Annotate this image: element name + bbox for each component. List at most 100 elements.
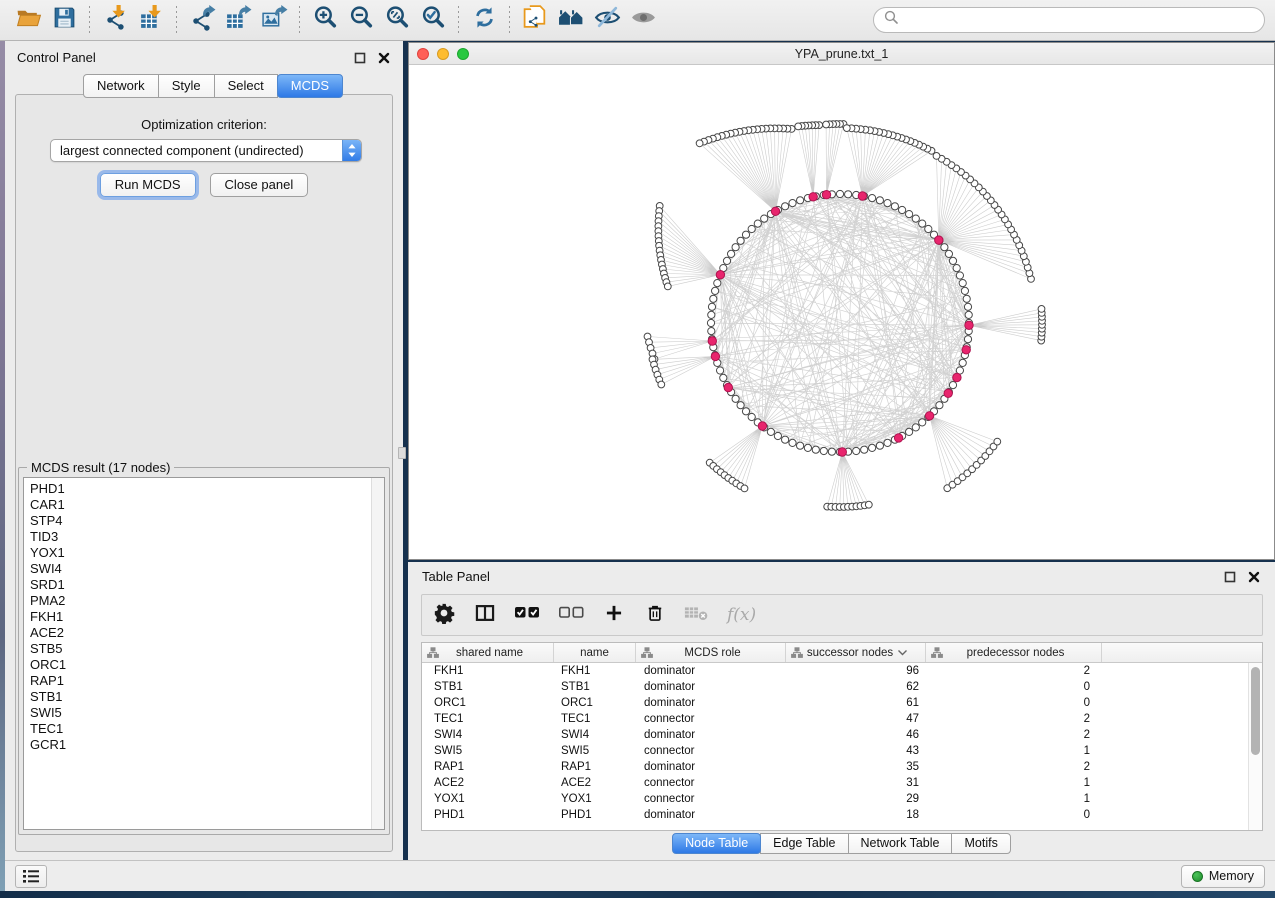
graph-node[interactable] xyxy=(959,280,966,287)
close-panel-icon[interactable] xyxy=(377,51,391,65)
graph-node[interactable] xyxy=(953,265,960,272)
clone-network-button[interactable] xyxy=(517,3,553,37)
graph-node[interactable] xyxy=(925,225,932,232)
graph-node[interactable] xyxy=(804,444,811,451)
mcds-result-item[interactable]: TEC1 xyxy=(30,721,371,737)
tab-node-table[interactable]: Node Table xyxy=(672,833,761,854)
graph-node[interactable] xyxy=(789,200,796,207)
panel-splitter-handle[interactable] xyxy=(398,447,406,459)
tab-style[interactable]: Style xyxy=(158,74,215,98)
graph-node[interactable] xyxy=(964,336,971,343)
export-image-button[interactable] xyxy=(256,3,292,37)
graph-node[interactable] xyxy=(696,140,703,147)
graph-node[interactable] xyxy=(742,231,749,238)
mcds-result-item[interactable]: GCR1 xyxy=(30,737,371,753)
graph-node[interactable] xyxy=(714,280,721,287)
graph-hub-node[interactable] xyxy=(822,191,830,199)
float-panel-icon[interactable] xyxy=(353,51,367,65)
graph-node[interactable] xyxy=(936,402,943,409)
graph-node[interactable] xyxy=(884,200,891,207)
open-session-button[interactable] xyxy=(10,3,46,37)
column-header-MCDS-role[interactable]: MCDS role xyxy=(636,643,786,662)
mcds-result-list[interactable]: PHD1CAR1STP4TID3YOX1SWI4SRD1PMA2FKH1ACE2… xyxy=(24,478,371,829)
delete-columns-button[interactable] xyxy=(643,602,667,629)
graph-node[interactable] xyxy=(912,215,919,222)
graph-node[interactable] xyxy=(708,303,715,310)
graph-node[interactable] xyxy=(748,413,755,420)
graph-node[interactable] xyxy=(945,250,952,257)
close-table-panel-icon[interactable] xyxy=(1247,570,1261,584)
table-row[interactable]: SWI4SWI4dominator462 xyxy=(422,727,1248,743)
mcds-result-item[interactable]: TID3 xyxy=(30,529,371,545)
graph-node[interactable] xyxy=(820,447,827,454)
tab-mcds[interactable]: MCDS xyxy=(277,74,343,98)
deselect-all-button[interactable] xyxy=(558,604,585,626)
optimization-criterion-select[interactable]: largest connected component (undirected) xyxy=(50,139,362,162)
graph-node[interactable] xyxy=(658,381,665,388)
mcds-result-item[interactable]: SRD1 xyxy=(30,577,371,593)
table-row[interactable]: ORC1ORC1dominator610 xyxy=(422,695,1248,711)
search-input[interactable] xyxy=(905,13,1254,28)
graph-node[interactable] xyxy=(732,395,739,402)
graph-node[interactable] xyxy=(994,438,1001,445)
table-row[interactable]: RAP1RAP1dominator352 xyxy=(422,759,1248,775)
save-session-button[interactable] xyxy=(46,3,82,37)
zoom-out-button[interactable] xyxy=(343,3,379,37)
graph-node[interactable] xyxy=(728,250,735,257)
tab-select[interactable]: Select xyxy=(214,74,278,98)
import-network-button[interactable] xyxy=(97,3,133,37)
table-scrollbar-thumb[interactable] xyxy=(1251,667,1260,755)
graph-node[interactable] xyxy=(737,402,744,409)
graph-hub-node[interactable] xyxy=(771,207,779,215)
graph-node[interactable] xyxy=(720,374,727,381)
graph-node[interactable] xyxy=(812,446,819,453)
column-header-predecessor-nodes[interactable]: predecessor nodes xyxy=(926,643,1102,662)
graph-node[interactable] xyxy=(710,295,717,302)
graph-node[interactable] xyxy=(664,283,671,290)
graph-hub-node[interactable] xyxy=(953,373,961,381)
run-mcds-button[interactable]: Run MCDS xyxy=(100,173,196,197)
graph-node[interactable] xyxy=(865,501,872,508)
zoom-fit-button[interactable] xyxy=(379,3,415,37)
graph-node[interactable] xyxy=(748,225,755,232)
graph-hub-node[interactable] xyxy=(858,192,866,200)
table-row[interactable]: PHD1PHD1dominator180 xyxy=(422,807,1248,823)
result-list-scrollbar[interactable] xyxy=(371,478,384,829)
graph-node[interactable] xyxy=(708,328,715,335)
graph-node[interactable] xyxy=(941,244,948,251)
graph-node[interactable] xyxy=(869,444,876,451)
graph-hub-node[interactable] xyxy=(944,389,952,397)
graph-node[interactable] xyxy=(861,446,868,453)
tab-edge-table[interactable]: Edge Table xyxy=(760,833,848,854)
graph-node[interactable] xyxy=(741,485,748,492)
graph-node[interactable] xyxy=(737,237,744,244)
graph-node[interactable] xyxy=(707,319,714,326)
graph-node[interactable] xyxy=(965,311,972,318)
graph-node[interactable] xyxy=(843,125,850,132)
tab-network[interactable]: Network xyxy=(83,74,159,98)
mcds-result-item[interactable]: SWI4 xyxy=(30,561,371,577)
graph-node[interactable] xyxy=(899,206,906,213)
graph-node[interactable] xyxy=(956,272,963,279)
mcds-result-item[interactable]: RAP1 xyxy=(30,673,371,689)
graph-node[interactable] xyxy=(912,424,919,431)
select-all-button[interactable] xyxy=(514,604,541,626)
network-window-titlebar[interactable]: YPA_prune.txt_1 xyxy=(409,43,1274,65)
graph-node[interactable] xyxy=(774,432,781,439)
graph-node[interactable] xyxy=(919,419,926,426)
memory-button[interactable]: Memory xyxy=(1181,865,1265,888)
graph-hub-node[interactable] xyxy=(925,412,933,420)
network-canvas[interactable] xyxy=(409,65,1274,559)
mcds-result-item[interactable]: STB1 xyxy=(30,689,371,705)
table-row[interactable]: ACE2ACE2connector311 xyxy=(422,775,1248,791)
column-header-name[interactable]: name xyxy=(554,643,636,662)
graph-node[interactable] xyxy=(919,220,926,227)
graph-node[interactable] xyxy=(742,408,749,415)
first-neighbors-button[interactable] xyxy=(553,3,589,37)
create-column-button[interactable] xyxy=(602,603,626,628)
graph-node[interactable] xyxy=(845,191,852,198)
mcds-result-item[interactable]: PHD1 xyxy=(30,481,371,497)
graph-hub-node[interactable] xyxy=(935,236,943,244)
graph-node[interactable] xyxy=(906,211,913,218)
mcds-result-item[interactable]: ORC1 xyxy=(30,657,371,673)
